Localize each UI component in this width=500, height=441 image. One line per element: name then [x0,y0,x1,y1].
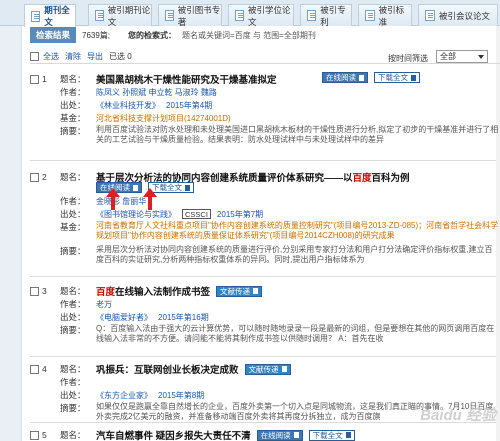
result-count: 7639篇; [82,30,111,40]
document-delivery-button[interactable]: 文献传递 [244,363,291,375]
record-title[interactable]: 美国黑胡桃木干燥性能研究及干燥基准拟定 [96,72,277,86]
record-abstract: 利用百度试验法对防水处理和未处理美国进口黑胡桃木板材的干燥性质进行分析,拟定了初… [96,125,499,144]
result-summary: 检索结果 7639篇; 您的检索式： 题名或关键词=百度 与 范围=全部期刊 [30,27,500,43]
read-online-button[interactable]: 在线阅读 [322,72,368,83]
record-abstract: 采用层次分析法对协同内容创建系统的质量进行评价,分别采用专家打分法和用户打分法确… [96,245,493,264]
divider [30,276,496,277]
record-authors[interactable]: 陈凤义 孙照斌 申立乾 马淑玲 魏路 [96,87,217,98]
mail-icon [281,366,287,372]
tab-label: 被引期刊论文 [107,4,151,27]
document-icon [31,10,41,22]
download-fulltext-button[interactable]: 下载全文 [374,72,420,83]
tab-cited-conference[interactable]: 被引会议论文 [418,4,498,26]
record-authors[interactable]: 金晓彤 詹丽华 [96,196,146,207]
record-checkbox[interactable] [30,365,39,374]
document-icon [307,10,317,21]
query-label: 您的检索式： [128,30,177,40]
document-icon [425,10,435,21]
record-number: 5 [42,430,47,440]
record-number: 3 [42,286,47,296]
time-filter-value: 全部 [440,52,456,61]
time-filter-select[interactable]: 全部 [436,50,488,63]
document-icon [359,74,364,81]
record-checkbox[interactable] [30,431,39,440]
mail-icon [253,288,259,294]
document-icon [235,10,245,21]
record-journal[interactable]: 《电脑爱好者》 [96,312,152,323]
tab-label: 被引标准 [378,4,405,27]
select-all-link[interactable]: 全选 [43,51,59,62]
record-checkbox[interactable] [30,75,39,84]
watermark: Baidu 经验 [420,407,496,424]
pdf-icon [411,74,416,81]
tab-cited-standard[interactable]: 被引标准 [358,4,412,27]
divider [30,356,496,357]
record-number: 2 [42,172,47,182]
clear-link[interactable]: 清除 [65,51,81,62]
red-arrow-annotation [143,188,157,210]
pdf-icon [345,432,351,438]
record-issue[interactable]: 2015年第4期 [166,100,212,111]
result-toolbar: 全选 清除 导出 已选 0 [30,50,500,64]
export-link[interactable]: 导出 [87,51,103,62]
record-authors[interactable]: 老万 [96,299,112,310]
tab-label: 被引学位论文 [248,4,291,27]
red-arrow-annotation [106,188,120,210]
record-journal[interactable]: 《东方企业家》 [96,390,152,401]
document-icon [365,10,375,21]
divider [30,160,496,161]
record-title[interactable]: 百度在线输入法制作成书签 [96,284,210,298]
download-fulltext-button[interactable]: 下载全文 [308,429,355,441]
record-issue[interactable]: 2015年第16期 [158,312,209,323]
chevron-down-icon [478,55,484,59]
tab-label: 被引图书专著 [177,4,221,27]
record-checkbox[interactable] [30,173,39,182]
pdf-icon [185,184,190,191]
tab-label: 期刊全文 [44,5,70,27]
record-number: 1 [42,74,47,84]
tab-cited-thesis[interactable]: 被引学位论文 [228,4,294,27]
record-issue[interactable]: 2015年第7期 [217,209,263,220]
tab-cited-journal[interactable]: 被引期刊论文 [88,4,152,27]
document-delivery-button[interactable]: 文献传递 [216,285,263,297]
select-all-checkbox[interactable] [30,52,39,61]
read-online-button[interactable]: 在线阅读 [256,429,303,441]
record-number: 4 [42,364,47,374]
query-expression: 题名或关键词=百度 与 范围=全部期刊 [182,30,316,40]
tab-label: 被引专利 [320,4,346,27]
document-icon [293,432,299,438]
cssci-badge: CSSCI [182,209,211,219]
left-margin [0,26,22,441]
tab-bar: 期刊全文 被引期刊论文 被引图书专著 被引学位论文 被引专利 被引标准 被引会议… [0,0,500,27]
record-abstract: Q：百度输入法由于强大的云计算优势，可以随时随地录录一段是最新的词组，但是要想在… [96,324,495,343]
tab-cited-patent[interactable]: 被引专利 [300,4,352,27]
tab-cited-books[interactable]: 被引图书专著 [158,4,222,27]
tab-journal-fulltext[interactable]: 期刊全文 [24,4,76,27]
result-title: 检索结果 [30,27,77,43]
record-checkbox[interactable] [30,287,39,296]
document-icon [165,10,174,21]
record-fund: 河北省科技支撑计划项目(14274001D) [96,113,231,123]
document-icon [133,184,138,191]
record-title[interactable]: 巩振兵：互联网创业长板决定成败 [96,362,239,376]
tab-label: 被引会议论文 [439,10,491,21]
record-journal[interactable]: 《林业科技开发》 [96,100,160,111]
record-journal[interactable]: 《图书馆理论与实践》 [96,209,176,220]
sort-label: 按时间筛选 [388,54,428,63]
record-issue[interactable]: 2015年第8期 [158,390,204,401]
record-fund: 河南省教育厅人文社科重点项目"协作内容创建系统的质量控制研究"(项目编号2013… [96,221,499,240]
document-icon [95,10,104,21]
record-title[interactable]: 汽车自燃事件 疑因乡报失大责任不清 [96,428,251,441]
selected-count: 已选 0 [109,52,132,61]
